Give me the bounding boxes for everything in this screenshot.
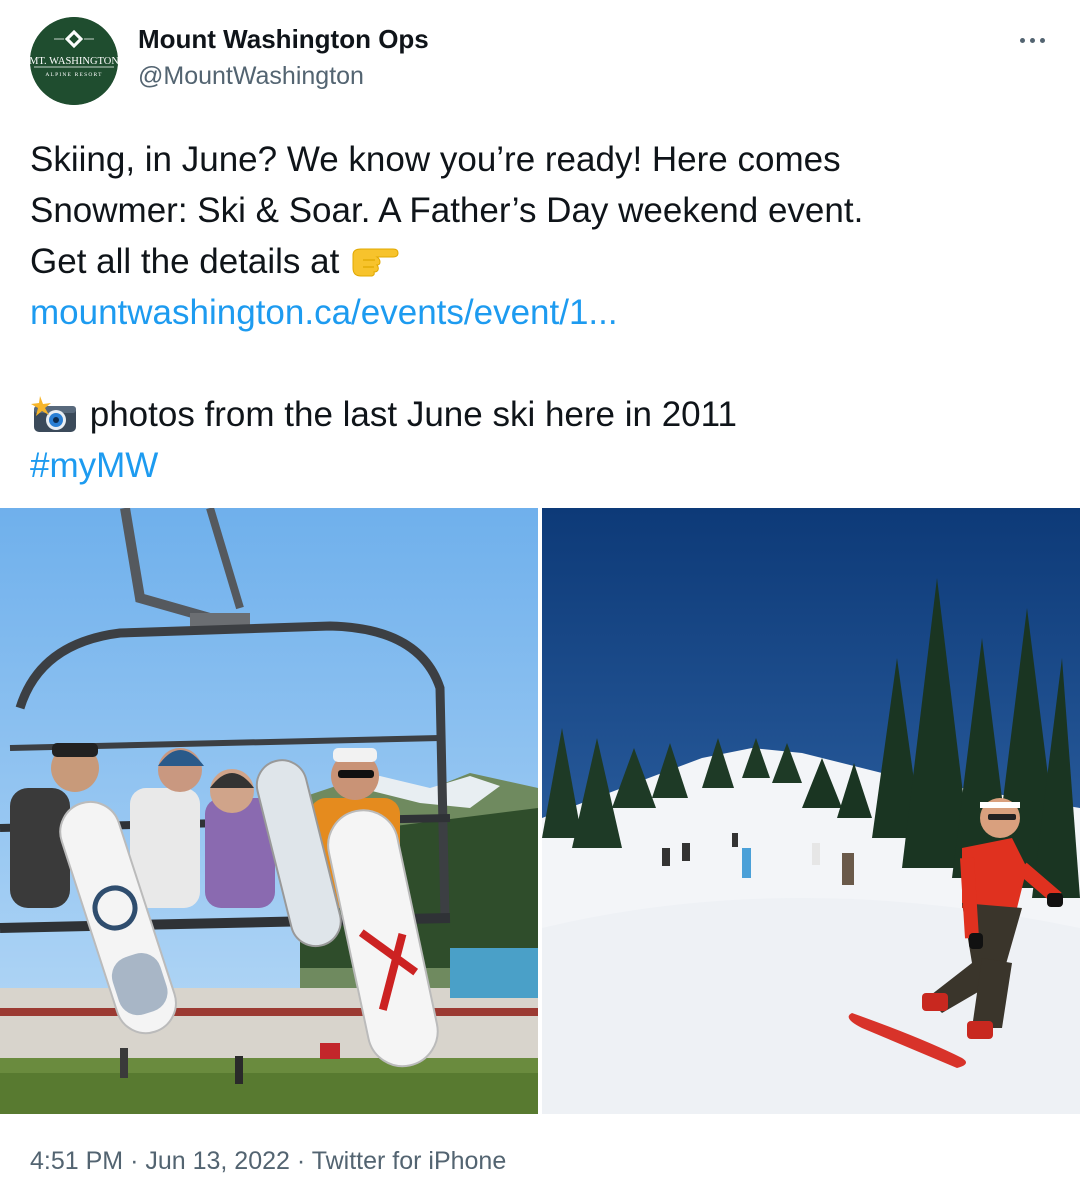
tweet-card: MT. WASHINGTON ALPINE RESORT Mount Washi… xyxy=(0,0,1080,1181)
tweet-line-with-emoji: Get all the details at xyxy=(30,236,1050,287)
more-dot-icon xyxy=(1020,38,1025,43)
photos-caption: photos from the last June ski here in 20… xyxy=(89,395,737,434)
tweet-line: Skiing, in June? We know you’re ready! H… xyxy=(30,140,841,179)
more-options-button[interactable] xyxy=(1013,30,1053,50)
meta-separator: · xyxy=(130,1147,139,1175)
snowboarder-photo[interactable] xyxy=(542,508,1080,1114)
author-name[interactable]: Mount Washington Ops xyxy=(138,24,429,55)
tweet-meta: 4:51 PM · Jun 13, 2022 · Twitter for iPh… xyxy=(30,1147,506,1176)
avatar[interactable]: MT. WASHINGTON ALPINE RESORT xyxy=(30,17,118,105)
event-link[interactable]: mountwashington.ca/events/event/1... xyxy=(30,287,1050,338)
more-dot-icon xyxy=(1030,38,1035,43)
author-handle[interactable]: @MountWashington xyxy=(138,62,364,91)
tweet-time[interactable]: 4:51 PM xyxy=(30,1147,123,1175)
meta-separator: · xyxy=(296,1147,306,1175)
chairlift-photo[interactable] xyxy=(0,508,538,1114)
tweet-date[interactable]: Jun 13, 2022 xyxy=(145,1147,290,1175)
photos-caption-line: photos from the last June ski here in 20… xyxy=(30,389,1050,440)
tweet-source[interactable]: Twitter for iPhone xyxy=(312,1147,507,1175)
mount-washington-logo-icon: MT. WASHINGTON ALPINE RESORT xyxy=(30,17,118,105)
tweet-line: Snowmer: Ski & Soar. A Father’s Day week… xyxy=(30,191,864,230)
hashtag-link[interactable]: #myMW xyxy=(30,440,1050,491)
media-grid xyxy=(0,508,1080,1114)
logo-line1-text: MT. WASHINGTON xyxy=(30,56,118,67)
tweet-text: Skiing, in June? We know you’re ready! H… xyxy=(30,134,1050,491)
more-dot-icon xyxy=(1040,38,1045,43)
tweet-line: Get all the details at xyxy=(30,242,340,281)
logo-line2-text: ALPINE RESORT xyxy=(45,72,102,78)
